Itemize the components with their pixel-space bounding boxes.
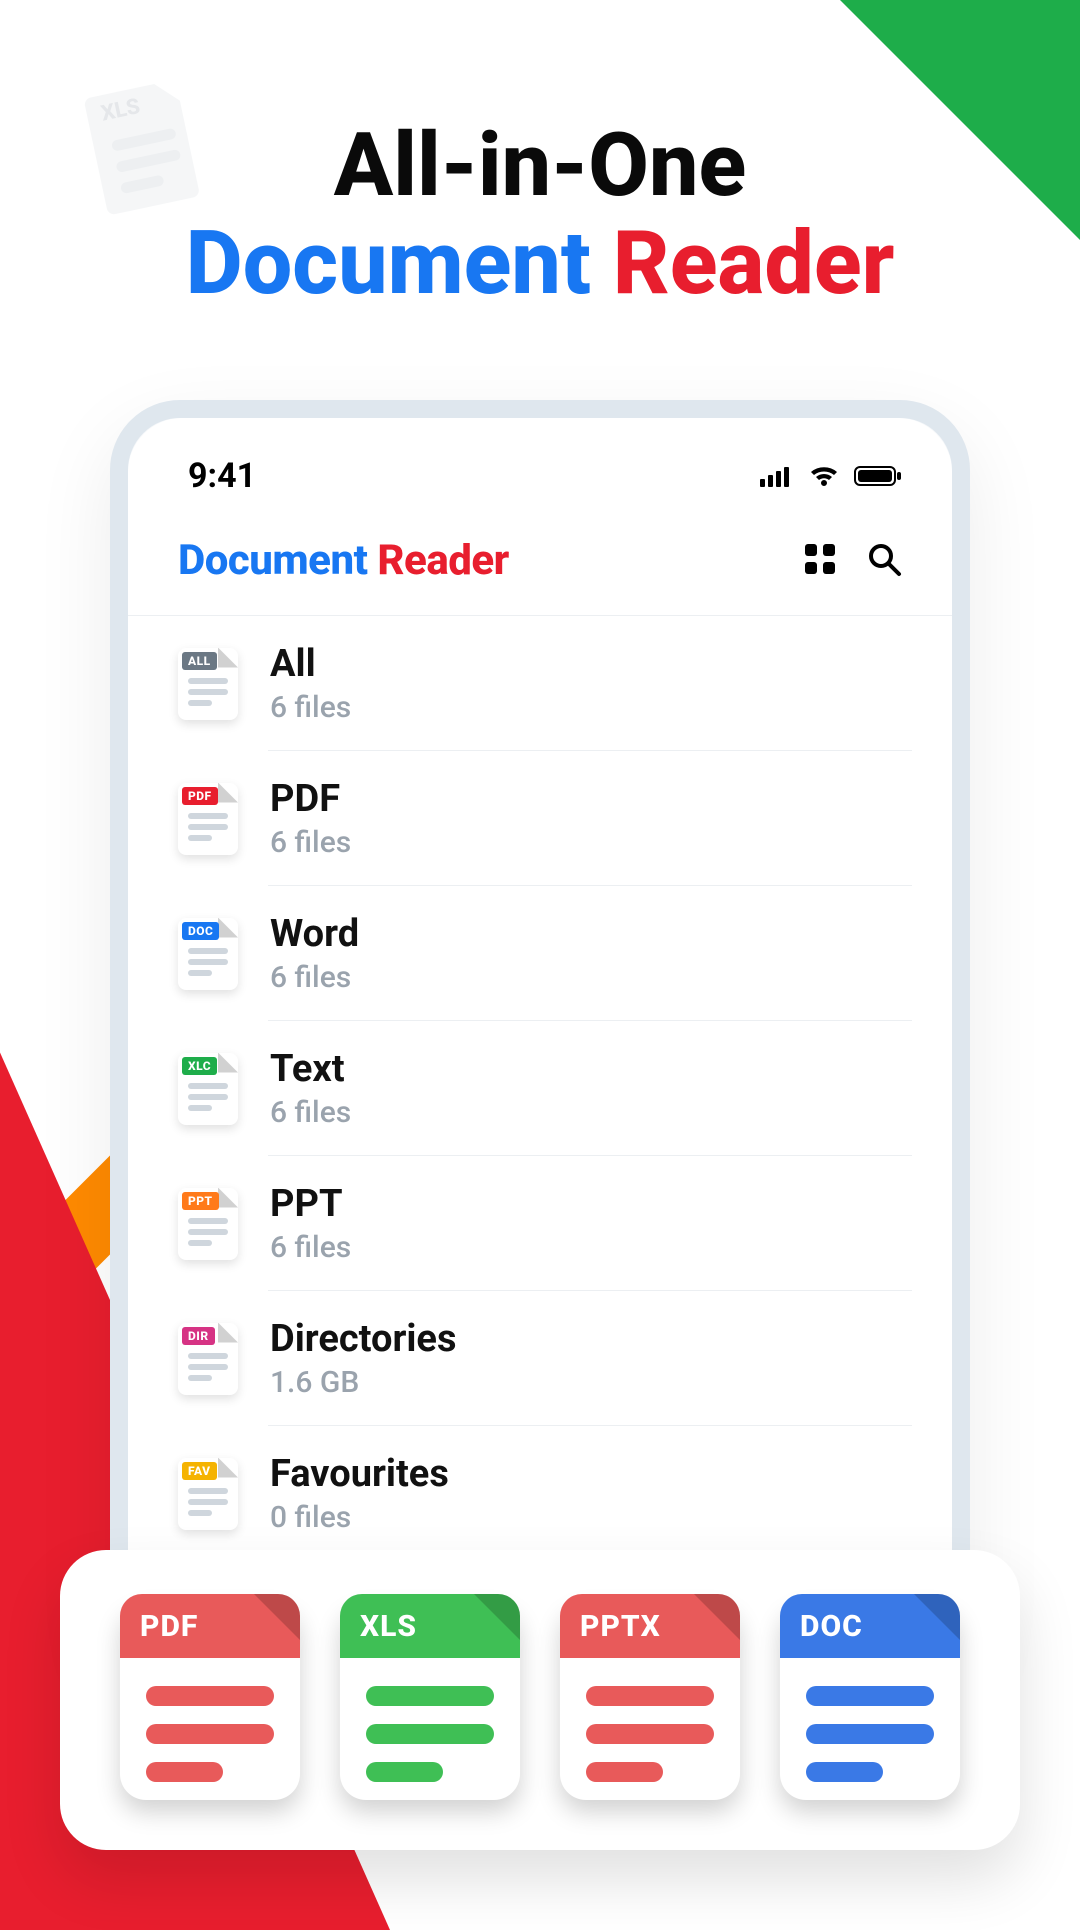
app-header: Document Reader — [128, 510, 952, 616]
battery-icon — [854, 464, 902, 488]
format-label: PPTX — [560, 1594, 740, 1658]
category-subtitle: 6 files — [270, 690, 351, 725]
app-title: Document Reader — [178, 536, 509, 585]
category-title: PPT — [270, 1182, 351, 1226]
category-title: PDF — [270, 777, 351, 821]
headline-line1: All-in-One — [0, 120, 1080, 212]
ppt-file-icon: PPT — [178, 1188, 240, 1260]
search-button[interactable] — [866, 541, 902, 581]
dir-file-icon: DIR — [178, 1323, 240, 1395]
category-list: ALL All 6 files PDF PDF 6 files DOC Word 6 files… — [128, 616, 952, 1662]
category-row-dir[interactable]: DIR Directories 1.6 GB — [128, 1291, 952, 1426]
category-subtitle: 6 files — [270, 825, 351, 860]
category-row-all[interactable]: ALL All 6 files — [128, 616, 952, 751]
grid-view-button[interactable] — [802, 541, 838, 581]
category-subtitle: 0 files — [270, 1500, 449, 1535]
pdf-format-icon: PDF — [120, 1600, 300, 1800]
headline-word-document: Document — [186, 212, 591, 315]
category-subtitle: 6 files — [270, 1230, 351, 1265]
pptx-format-icon: PPTX — [560, 1600, 740, 1800]
category-subtitle: 6 files — [270, 960, 359, 995]
promo-headline: All-in-One Document Reader — [0, 120, 1080, 311]
doc-format-icon: DOC — [780, 1600, 960, 1800]
status-bar: 9:41 — [128, 418, 952, 510]
category-title: All — [270, 642, 351, 686]
xls-format-icon: XLS — [340, 1600, 520, 1800]
category-row-fav[interactable]: FAV Favourites 0 files — [128, 1426, 952, 1561]
wifi-icon — [808, 464, 840, 488]
all-file-icon: ALL — [178, 648, 240, 720]
category-title: Word — [270, 912, 359, 956]
doc-file-icon: DOC — [178, 918, 240, 990]
format-icons-card: PDFXLSPPTXDOC — [60, 1550, 1020, 1850]
phone-frame: 9:41 Document Reader — [110, 400, 970, 1680]
pdf-file-icon: PDF — [178, 783, 240, 855]
app-title-right: Reader — [377, 536, 508, 585]
cellular-icon — [760, 465, 794, 487]
app-title-left: Document — [178, 536, 367, 585]
xlc-file-icon: XLC — [178, 1053, 240, 1125]
category-title: Favourites — [270, 1452, 449, 1496]
category-title: Directories — [270, 1317, 456, 1361]
format-label: XLS — [340, 1594, 520, 1658]
category-row-xlc[interactable]: XLC Text 6 files — [128, 1021, 952, 1156]
category-row-pdf[interactable]: PDF PDF 6 files — [128, 751, 952, 886]
category-row-doc[interactable]: DOC Word 6 files — [128, 886, 952, 1021]
category-row-ppt[interactable]: PPT PPT 6 files — [128, 1156, 952, 1291]
category-subtitle: 1.6 GB — [270, 1365, 456, 1400]
headline-word-reader: Reader — [613, 212, 895, 315]
status-time: 9:41 — [188, 456, 256, 496]
format-label: DOC — [780, 1594, 960, 1658]
phone-screen: 9:41 Document Reader — [128, 418, 952, 1662]
category-title: Text — [270, 1047, 351, 1091]
format-label: PDF — [120, 1594, 300, 1658]
category-subtitle: 6 files — [270, 1095, 351, 1130]
fav-file-icon: FAV — [178, 1458, 240, 1530]
